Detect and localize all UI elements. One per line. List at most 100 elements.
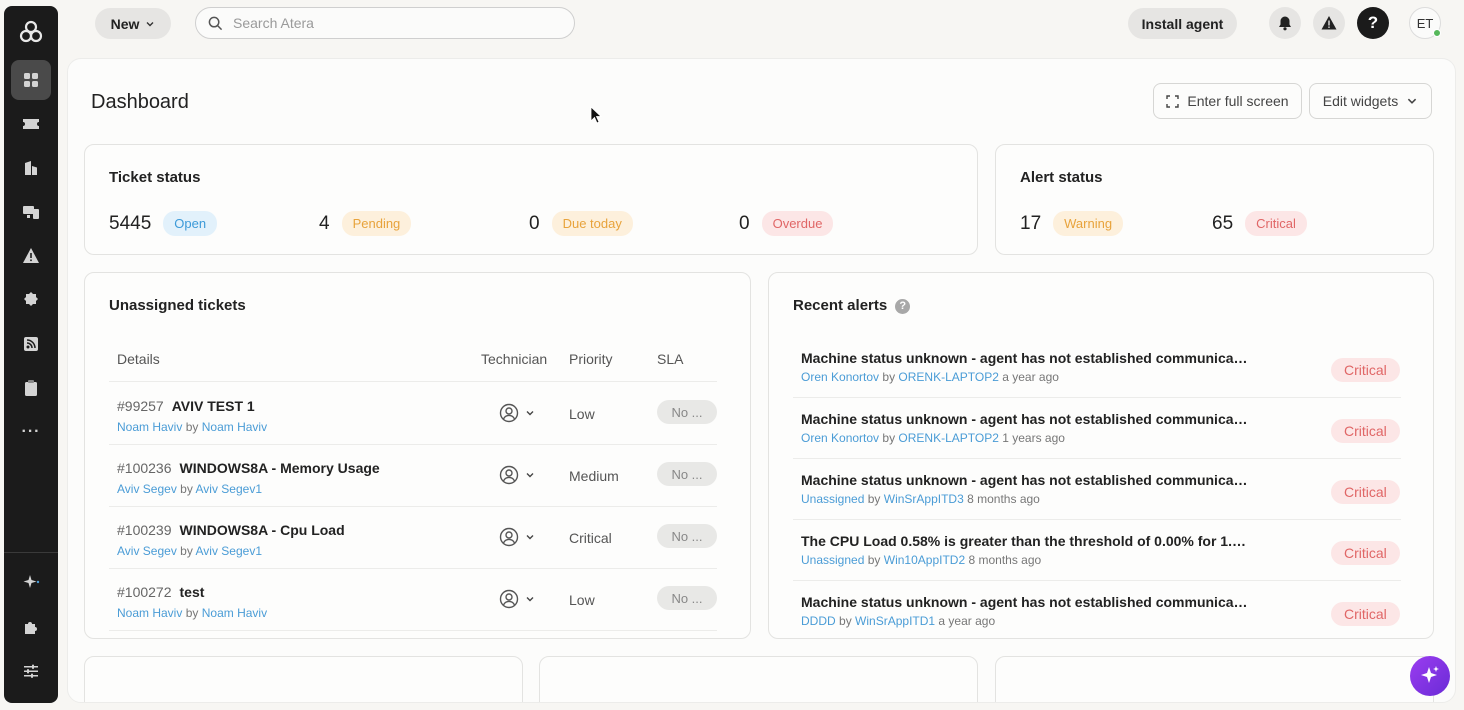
table-row[interactable]: #100272 test Noam Haviv by Noam Haviv Low…	[109, 569, 717, 631]
alerts-button[interactable]	[1313, 7, 1345, 39]
stat-critical[interactable]: 65 Critical	[1212, 211, 1307, 236]
alert-title[interactable]: Machine status unknown - agent has not e…	[801, 472, 1251, 488]
alert-title[interactable]: The CPU Load 0.58% is greater than the t…	[801, 533, 1251, 549]
technician-dropdown[interactable]	[499, 465, 535, 485]
ticket-title[interactable]: test	[180, 584, 205, 600]
assignee-link[interactable]: Unassigned	[801, 492, 864, 506]
technician-dropdown[interactable]	[499, 527, 535, 547]
device-link[interactable]: ORENK-LAPTOP2	[898, 431, 998, 445]
notifications-button[interactable]	[1269, 7, 1301, 39]
alert-row[interactable]: Machine status unknown - agent has not e…	[793, 459, 1401, 520]
requester-link[interactable]: Aviv Segev	[117, 482, 177, 496]
ticket-title[interactable]: WINDOWS8A - Cpu Load	[180, 522, 345, 538]
alert-time: a year ago	[1002, 370, 1059, 384]
requester-link[interactable]: Noam Haviv	[117, 420, 182, 434]
sidebar-item-more[interactable]: ···	[11, 412, 51, 452]
sidebar-item-ai[interactable]	[11, 563, 51, 603]
device-link[interactable]: WinSrAppITD3	[884, 492, 964, 506]
alert-time: 1 years ago	[1002, 431, 1065, 445]
sidebar-item-customers[interactable]	[11, 148, 51, 188]
stat-due-today[interactable]: 0 Due today	[529, 211, 633, 236]
help-button[interactable]: ?	[1357, 7, 1389, 39]
stat-overdue[interactable]: 0 Overdue	[739, 211, 834, 236]
stat-pending[interactable]: 4 Pending	[319, 211, 412, 236]
technician-dropdown[interactable]	[499, 589, 535, 609]
sidebar-item-tickets[interactable]	[11, 104, 51, 144]
search-input[interactable]	[233, 15, 553, 31]
alert-time: 8 months ago	[967, 492, 1040, 506]
assignee-link[interactable]: Unassigned	[801, 553, 864, 567]
ticket-title[interactable]: AVIV TEST 1	[172, 398, 255, 414]
sla-badge: No ...	[657, 586, 717, 610]
priority-value: Critical	[569, 530, 612, 546]
assignee-link[interactable]: Oren Konortov	[801, 370, 879, 384]
stat-open[interactable]: 5445 Open	[109, 211, 218, 236]
alert-title[interactable]: Machine status unknown - agent has not e…	[801, 411, 1251, 427]
by-text: by	[180, 544, 193, 558]
status-badge: Warning	[1053, 211, 1124, 236]
ticket-title[interactable]: WINDOWS8A - Memory Usage	[180, 460, 380, 476]
requester-link[interactable]: Noam Haviv	[117, 606, 182, 620]
device-link[interactable]: Win10AppITD2	[884, 553, 965, 567]
column-header-sla[interactable]: SLA	[657, 351, 683, 367]
warning-icon	[23, 248, 39, 263]
sidebar-item-devices[interactable]	[11, 192, 51, 232]
alert-title[interactable]: Machine status unknown - agent has not e…	[801, 594, 1251, 610]
sidebar-item-alerts[interactable]	[11, 236, 51, 276]
sidebar-item-feed[interactable]	[11, 324, 51, 364]
recent-alerts-card: Recent alerts? Machine status unknown - …	[768, 272, 1434, 639]
by-text: by	[882, 370, 896, 384]
sidebar-item-extensions[interactable]	[11, 607, 51, 647]
enter-full-screen-label: Enter full screen	[1187, 93, 1289, 109]
sidebar-item-settings[interactable]	[11, 651, 51, 691]
user-circle-icon	[499, 527, 519, 547]
stat-warning[interactable]: 17 Warning	[1020, 211, 1124, 236]
warning-icon	[1321, 16, 1337, 30]
creator-link[interactable]: Aviv Segev1	[196, 544, 263, 558]
assignee-link[interactable]: DDDD	[801, 614, 836, 628]
creator-link[interactable]: Noam Haviv	[202, 606, 267, 620]
stat-value: 0	[739, 212, 750, 234]
sidebar-item-dashboard[interactable]	[11, 60, 51, 100]
table-row[interactable]: #100236 WINDOWS8A - Memory Usage Aviv Seg…	[109, 445, 717, 507]
sparkle-icon	[1421, 666, 1439, 683]
alert-row[interactable]: Machine status unknown - agent has not e…	[793, 581, 1401, 642]
status-badge: Critical	[1245, 211, 1307, 236]
ticket-id: #100236	[117, 460, 172, 476]
device-link[interactable]: WinSrAppITD1	[855, 614, 935, 628]
alert-time: 8 months ago	[968, 553, 1042, 567]
chevron-down-icon	[526, 535, 534, 540]
column-header-technician[interactable]: Technician	[481, 351, 547, 367]
creator-link[interactable]: Noam Haviv	[202, 420, 267, 434]
edit-widgets-button[interactable]: Edit widgets	[1309, 83, 1432, 119]
help-icon[interactable]: ?	[895, 298, 911, 314]
table-row[interactable]: #99257 AVIV TEST 1 Noam Haviv by Noam Hav…	[109, 383, 717, 445]
requester-link[interactable]: Aviv Segev	[117, 544, 177, 558]
atera-logo-icon	[19, 20, 43, 43]
install-agent-button[interactable]: Install agent	[1128, 8, 1237, 39]
assignee-link[interactable]: Oren Konortov	[801, 431, 879, 445]
atera-logo[interactable]	[4, 6, 58, 58]
new-button[interactable]: New	[95, 8, 171, 39]
technician-dropdown[interactable]	[499, 403, 535, 423]
ai-assistant-button[interactable]	[1410, 656, 1450, 696]
alert-title[interactable]: Machine status unknown - agent has not e…	[801, 350, 1251, 366]
alert-row[interactable]: Machine status unknown - agent has not e…	[793, 337, 1401, 398]
creator-link[interactable]: Aviv Segev1	[196, 482, 263, 496]
sidebar-item-reports[interactable]	[11, 368, 51, 408]
search-icon	[208, 16, 223, 30]
by-text: by	[882, 431, 896, 445]
grid-icon	[24, 73, 38, 87]
by-text: by	[180, 482, 193, 496]
device-link[interactable]: ORENK-LAPTOP2	[898, 370, 998, 384]
column-header-details[interactable]: Details	[117, 351, 160, 367]
avatar[interactable]: ET	[1409, 7, 1441, 39]
sidebar-item-patch[interactable]	[11, 280, 51, 320]
enter-full-screen-button[interactable]: Enter full screen	[1153, 83, 1302, 119]
column-header-priority[interactable]: Priority	[569, 351, 613, 367]
by-text: by	[839, 614, 852, 628]
severity-badge: Critical	[1331, 419, 1400, 443]
alert-row[interactable]: The CPU Load 0.58% is greater than the t…	[793, 520, 1401, 581]
table-row[interactable]: #100239 WINDOWS8A - Cpu Load Aviv Segev b…	[109, 507, 717, 569]
alert-row[interactable]: Machine status unknown - agent has not e…	[793, 398, 1401, 459]
